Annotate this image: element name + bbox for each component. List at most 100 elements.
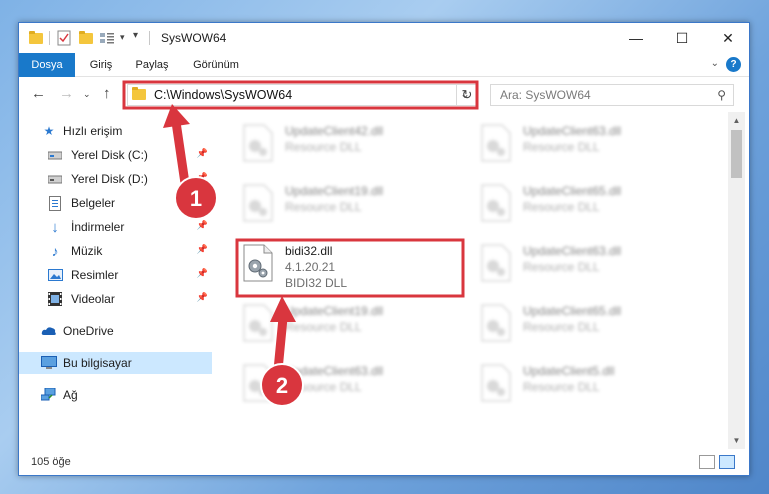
list-item[interactable]: UpdateClient63.dll Resource DLL (475, 240, 695, 290)
nav-item-label: Videolar (71, 292, 115, 306)
nav-item-documents[interactable]: Belgeler 📌 (19, 192, 212, 214)
list-item[interactable]: UpdateClient63.dll Resource DLL (475, 120, 695, 170)
list-item[interactable]: UpdateClient65.dll Resource DLL (475, 300, 695, 350)
nav-item-label: OneDrive (63, 324, 114, 338)
scroll-down-icon[interactable]: ▼ (728, 432, 745, 449)
dll-file-icon (481, 304, 511, 342)
address-bar[interactable]: C:\Windows\SysWOW64 ⌄ (127, 84, 477, 106)
nav-item-this-pc[interactable]: Bu bilgisayar (19, 352, 212, 374)
file-name: UpdateClient5.dll (523, 364, 615, 378)
nav-item-videos[interactable]: Videolar 📌 (19, 288, 212, 310)
back-arrow-icon[interactable]: ← (31, 85, 46, 102)
nav-item-label: Resimler (71, 268, 119, 282)
refresh-icon[interactable]: ↻ (456, 84, 478, 106)
dll-file-icon (481, 184, 511, 222)
nav-item-label: Yerel Disk (D:) (71, 172, 148, 186)
forward-arrow-icon[interactable]: → (59, 85, 74, 102)
tab-file[interactable]: Dosya (19, 53, 75, 77)
file-name: UpdateClient65.dll (523, 304, 622, 318)
nav-item-label: Müzik (71, 244, 103, 258)
properties-icon[interactable] (57, 30, 71, 46)
list-item[interactable]: UpdateClient19.dll Resource DLL (237, 300, 457, 350)
cloud-icon (41, 323, 57, 339)
star-icon: ★ (43, 124, 55, 138)
pin-icon[interactable]: 📌 (197, 220, 208, 231)
title-bar: ▾ ▾ SysWOW64 — ☐ ✕ (19, 23, 749, 53)
divider (49, 31, 50, 45)
list-item[interactable]: UpdateClient65.dll Resource DLL (475, 180, 695, 230)
up-arrow-icon[interactable]: ↑ (103, 85, 111, 102)
details-view-icon[interactable] (699, 455, 715, 469)
nav-item-onedrive[interactable]: OneDrive (19, 320, 212, 342)
file-description: Resource DLL (523, 140, 600, 154)
tab-home[interactable]: Giriş (81, 53, 121, 77)
nav-item-music[interactable]: ♪ Müzik 📌 (19, 240, 212, 262)
search-icon[interactable]: ⚲ (717, 88, 726, 102)
dll-file-icon (481, 244, 511, 282)
drive-icon (47, 147, 63, 163)
maximize-button[interactable]: ☐ (659, 23, 705, 53)
search-placeholder: Ara: SysWOW64 (500, 88, 591, 102)
nav-item-pictures[interactable]: Resimler 📌 (19, 264, 212, 286)
expand-ribbon-icon[interactable]: ⌄ (711, 58, 719, 69)
dll-file-icon (481, 124, 511, 162)
scroll-up-icon[interactable]: ▲ (728, 112, 745, 129)
file-description: BIDI32 DLL (285, 276, 348, 290)
file-description: Resource DLL (523, 380, 600, 394)
pictures-icon (47, 267, 63, 283)
dll-file-icon (243, 124, 273, 162)
nav-item-network[interactable]: Ağ (19, 384, 212, 406)
nav-item-quick-access[interactable]: ★ Hızlı erişim (19, 120, 212, 142)
dll-file-icon (481, 364, 511, 402)
network-icon (41, 387, 57, 403)
item-count: 105 öğe (31, 456, 71, 468)
customize-toolbar-icon[interactable]: ▾ (133, 30, 138, 46)
tab-view[interactable]: Görünüm (187, 53, 245, 77)
nav-item-local-disk-c[interactable]: Yerel Disk (C:) 📌 (19, 144, 212, 166)
address-row: ← → ⌄ ↑ C:\Windows\SysWOW64 ⌄ ↻ Ara: Sys… (19, 78, 749, 112)
drive-icon (47, 171, 63, 187)
file-description: Resource DLL (285, 320, 362, 334)
nav-item-label: Belgeler (71, 196, 116, 210)
list-item[interactable]: UpdateClient63.dll Resource DLL (237, 360, 457, 410)
new-folder-icon[interactable] (79, 30, 93, 46)
view-options-icon[interactable] (99, 30, 115, 46)
nav-item-label: Yerel Disk (C:) (71, 148, 148, 162)
music-icon: ♪ (51, 243, 59, 259)
tiles-view-icon[interactable] (719, 455, 735, 469)
file-name: UpdateClient63.dll (285, 364, 384, 378)
file-description: Resource DLL (523, 320, 600, 334)
navigation-pane: ★ Hızlı erişim Yerel Disk (C:) 📌 Yerel D… (19, 112, 212, 449)
pin-icon[interactable]: 📌 (197, 244, 208, 255)
nav-item-downloads[interactable]: ↓ İndirmeler 📌 (19, 216, 212, 238)
computer-icon (41, 355, 57, 371)
nav-item-label: Bu bilgisayar (63, 356, 132, 370)
minimize-button[interactable]: — (613, 23, 659, 53)
address-path[interactable]: C:\Windows\SysWOW64 (154, 88, 292, 102)
explorer-window: ▾ ▾ SysWOW64 — ☐ ✕ Dosya Giriş Paylaş Gö… (18, 22, 750, 476)
chevron-down-icon[interactable]: ▾ (120, 32, 125, 48)
pin-icon[interactable]: 📌 (197, 172, 208, 183)
videos-icon (47, 291, 63, 307)
dll-file-icon (243, 364, 273, 402)
scroll-thumb[interactable] (731, 130, 742, 178)
recent-locations-icon[interactable]: ⌄ (83, 89, 91, 100)
vertical-scrollbar[interactable]: ▲ ▼ (728, 112, 745, 449)
list-item-bidi32[interactable]: bidi32.dll 4.1.20.21 BIDI32 DLL (237, 240, 457, 290)
file-name: bidi32.dll (285, 244, 333, 258)
pin-icon[interactable]: 📌 (197, 196, 208, 207)
window-title: SysWOW64 (161, 31, 227, 45)
pin-icon[interactable]: 📌 (197, 148, 208, 159)
file-list: UpdateClient42.dll Resource DLL UpdateCl… (215, 112, 727, 449)
nav-item-label: Ağ (63, 388, 78, 402)
search-input[interactable]: Ara: SysWOW64 ⚲ (490, 84, 734, 106)
close-button[interactable]: ✕ (705, 23, 749, 53)
nav-item-local-disk-d[interactable]: Yerel Disk (D:) 📌 (19, 168, 212, 190)
list-item[interactable]: UpdateClient5.dll Resource DLL (475, 360, 695, 410)
list-item[interactable]: UpdateClient19.dll Resource DLL (237, 180, 457, 230)
pin-icon[interactable]: 📌 (197, 292, 208, 303)
pin-icon[interactable]: 📌 (197, 268, 208, 279)
help-icon[interactable]: ? (726, 57, 741, 72)
tab-share[interactable]: Paylaş (127, 53, 177, 77)
list-item[interactable]: UpdateClient42.dll Resource DLL (237, 120, 457, 170)
